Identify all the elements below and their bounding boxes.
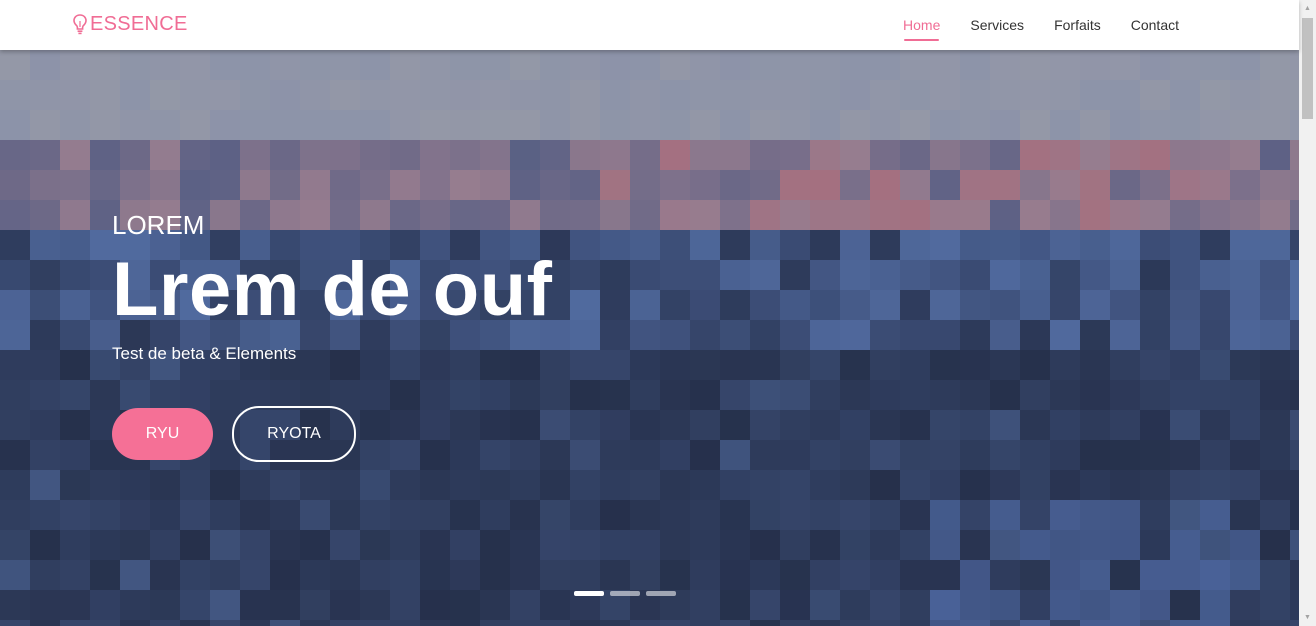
main-nav: Home Services Forfaits Contact — [873, 0, 1179, 50]
nav-item-home[interactable]: Home — [903, 0, 940, 50]
carousel-indicator[interactable] — [610, 591, 640, 596]
vertical-scrollbar[interactable]: ▲ ▼ — [1299, 0, 1316, 626]
brand-logo[interactable]: ESSENCE — [72, 12, 188, 36]
carousel-indicator[interactable] — [646, 591, 676, 596]
carousel-indicator[interactable] — [574, 591, 604, 596]
hero-carousel: LOREM Lrem de ouf Test de beta & Element… — [0, 50, 1299, 626]
scroll-down-arrow-icon[interactable]: ▼ — [1299, 609, 1316, 626]
hero-eyebrow: LOREM — [112, 210, 205, 240]
lightbulb-icon — [73, 14, 87, 35]
scroll-up-arrow-icon[interactable]: ▲ — [1299, 0, 1316, 17]
ryota-button[interactable]: RYOTA — [232, 406, 356, 462]
scroll-thumb[interactable] — [1302, 18, 1313, 119]
hero-content: LOREM Lrem de ouf Test de beta & Element… — [112, 210, 552, 364]
nav-item-services[interactable]: Services — [970, 0, 1024, 50]
page: ESSENCE Home Services Forfaits Contact L… — [0, 0, 1316, 626]
navbar: ESSENCE Home Services Forfaits Contact — [0, 0, 1299, 50]
hero-headline: Lrem de ouf — [112, 247, 553, 332]
carousel-indicators — [574, 591, 676, 596]
ryu-button[interactable]: RYU — [112, 408, 213, 460]
brand-name: ESSENCE — [90, 13, 188, 35]
nav-item-contact[interactable]: Contact — [1131, 0, 1179, 50]
hero-subline: Test de beta & Elements — [112, 344, 297, 363]
nav-item-forfaits[interactable]: Forfaits — [1054, 0, 1101, 50]
